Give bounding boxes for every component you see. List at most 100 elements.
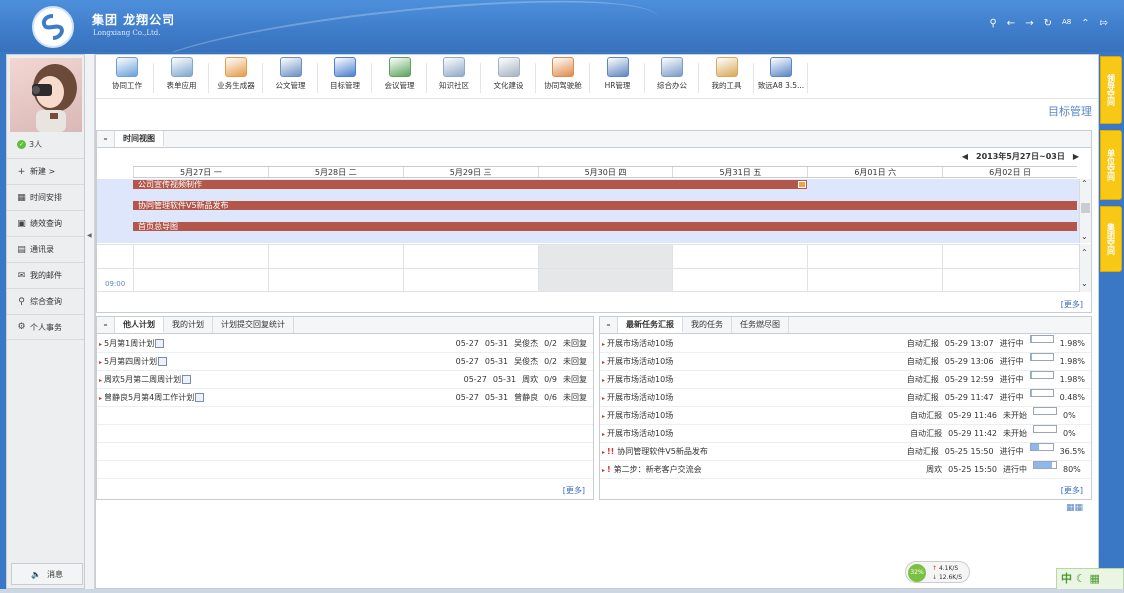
calendar-event-bar[interactable]: 公司宣传视频制作 bbox=[133, 180, 808, 189]
toolbar-button-0[interactable]: 协同工作 bbox=[100, 57, 154, 97]
nav-personal[interactable]: ⚙ 个人事务 bbox=[7, 314, 84, 340]
task-title[interactable]: 开展市场活动10场 bbox=[607, 429, 673, 438]
nav-address-book[interactable]: ▤ 通讯录 bbox=[7, 236, 84, 262]
calendar-event-bar[interactable]: 协同管理软件V5新品发布 bbox=[133, 201, 1077, 210]
collapse-panel-button[interactable]: – bbox=[600, 317, 618, 333]
sidebar-collapse-handle[interactable]: ◀ bbox=[85, 54, 95, 589]
task-state: 进行中 bbox=[999, 375, 1024, 384]
toolbar-button-12[interactable]: 致远A8 3.5... bbox=[754, 57, 808, 97]
toolbar-button-5[interactable]: 会议管理 bbox=[373, 57, 427, 97]
task-title[interactable]: 开展市场活动10场 bbox=[607, 375, 673, 384]
task-title[interactable]: 开展市场活动10场 bbox=[607, 393, 673, 402]
toolbar-button-3[interactable]: 公文管理 bbox=[264, 57, 318, 97]
list-item[interactable]: ▸ 开展市场活动10场 自动汇报 05-29 11:47 进行中 0.48% bbox=[600, 389, 1091, 407]
tab-my-plans[interactable]: 我的计划 bbox=[164, 317, 213, 333]
plan-title[interactable]: 周欢5月第二周周计划 bbox=[104, 375, 181, 384]
list-item[interactable]: ▸ 曾静良5月第4周工作计划 05-27 05-31 曾静良 0/6 未回复 bbox=[97, 389, 593, 407]
end-date: 05-31 bbox=[484, 393, 509, 402]
calendar-event-bar[interactable]: 首页总导图 bbox=[133, 222, 1077, 231]
toolbar-button-7[interactable]: 文化建设 bbox=[482, 57, 536, 97]
search-icon: ⚲ bbox=[18, 296, 25, 307]
layout-toggle-icon[interactable]: ▦▦ bbox=[1066, 503, 1083, 513]
band-scrollbar[interactable]: ⌃ ⌄ bbox=[1079, 179, 1091, 243]
prev-week-icon[interactable]: ◀ bbox=[962, 152, 968, 161]
search-icon[interactable]: ⚲ bbox=[989, 18, 996, 29]
reply-status: 未回复 bbox=[563, 339, 587, 348]
tab-group-space[interactable]: 集团空间 bbox=[1100, 206, 1122, 272]
refresh-icon[interactable]: ↻ bbox=[1044, 18, 1052, 29]
reply-status: 未回复 bbox=[563, 393, 587, 402]
tab-others-plans[interactable]: 他人计划 bbox=[115, 317, 164, 333]
collapse-icon[interactable]: ⌃ bbox=[1081, 18, 1089, 29]
chevron-up-icon[interactable]: ⌃ bbox=[1081, 248, 1088, 257]
more-link[interactable]: [更多] bbox=[1061, 299, 1083, 310]
header-swoosh bbox=[137, 0, 663, 52]
logout-icon[interactable]: ⇰ bbox=[1100, 18, 1108, 29]
online-count[interactable]: ✓ 3人 bbox=[17, 139, 42, 150]
nav-search[interactable]: ⚲ 综合查询 bbox=[7, 288, 84, 314]
list-item[interactable]: ▸ 开展市场活动10场 自动汇报 05-29 12:59 进行中 1.98% bbox=[600, 371, 1091, 389]
more-link[interactable]: [更多] bbox=[563, 485, 585, 496]
list-item[interactable]: ▸!! 协同管理软件V5新品发布 自动汇报 05-25 15:50 进行中 36.5% bbox=[600, 443, 1091, 461]
chevron-down-icon[interactable]: ⌄ bbox=[1081, 279, 1088, 288]
toolbar-button-label: HR管理 bbox=[604, 81, 631, 90]
nav-mail[interactable]: ✉ 我的邮件 bbox=[7, 262, 84, 288]
back-icon[interactable]: ← bbox=[1007, 18, 1015, 29]
toolbar-button-4[interactable]: 目标管理 bbox=[318, 57, 372, 97]
scroll-thumb[interactable] bbox=[1081, 203, 1090, 213]
grid-scrollbar[interactable]: ⌃ ⌄ bbox=[1079, 244, 1091, 292]
task-meta: 自动汇报 05-29 11:42 未开始 0% bbox=[910, 425, 1085, 442]
tab-plan-stats[interactable]: 计划提交回复统计 bbox=[213, 317, 294, 333]
list-item[interactable]: ▸ 开展市场活动10场 自动汇报 05-29 13:06 进行中 1.98% bbox=[600, 353, 1091, 371]
tab-time-view[interactable]: 时间视图 bbox=[115, 131, 164, 147]
nav-performance[interactable]: ▣ 绩效查询 bbox=[7, 210, 84, 236]
tab-unit-space[interactable]: 单位空间 bbox=[1100, 130, 1122, 200]
time-view-header: – 时间视图 bbox=[97, 131, 1091, 148]
input-method-indicator[interactable]: 中 ☾ ▦ bbox=[1056, 568, 1124, 590]
avatar[interactable] bbox=[10, 58, 82, 132]
next-week-icon[interactable]: ▶ bbox=[1073, 152, 1079, 161]
task-title[interactable]: 第二步：新老客户交流会 bbox=[614, 465, 702, 474]
font-size-icon[interactable]: A8 bbox=[1062, 18, 1071, 29]
toolbar-button-2[interactable]: 业务生成器 bbox=[209, 57, 263, 97]
collapse-panel-button[interactable]: – bbox=[97, 317, 115, 333]
toolbar-button-6[interactable]: 知识社区 bbox=[427, 57, 481, 97]
plan-title[interactable]: 5月第1周计划 bbox=[104, 339, 154, 348]
toolbar-button-11[interactable]: 我的工具 bbox=[700, 57, 754, 97]
tab-burndown[interactable]: 任务燃尽图 bbox=[732, 317, 789, 333]
plan-title[interactable]: 曾静良5月第4周工作计划 bbox=[104, 393, 194, 402]
list-item[interactable]: ▸ 5月第四周计划 05-27 05-31 吴俊杰 0/2 未回复 bbox=[97, 353, 593, 371]
message-button[interactable]: 🔈 消息 bbox=[11, 563, 83, 585]
task-title[interactable]: 开展市场活动10场 bbox=[607, 411, 673, 420]
task-title[interactable]: 开展市场活动10场 bbox=[607, 357, 673, 366]
chevron-down-icon[interactable]: ⌄ bbox=[1081, 232, 1088, 241]
toolbar-button-8[interactable]: 协同驾驶舱 bbox=[536, 57, 590, 97]
nav-new[interactable]: + 新建 > bbox=[7, 158, 84, 184]
collapse-panel-button[interactable]: – bbox=[97, 131, 115, 147]
nav-schedule[interactable]: ▦ 时间安排 bbox=[7, 184, 84, 210]
toolbar-button-1[interactable]: 表单应用 bbox=[155, 57, 209, 97]
tab-leader-space[interactable]: 领导空间 bbox=[1100, 56, 1122, 124]
list-item[interactable]: ▸ 周欢5月第二周周计划 05-27 05-31 周欢 0/9 未回复 bbox=[97, 371, 593, 389]
more-link[interactable]: [更多] bbox=[1061, 485, 1083, 496]
progress-bar bbox=[1029, 371, 1054, 379]
list-item[interactable]: ▸ 开展市场活动10场 自动汇报 05-29 11:46 未开始 0% bbox=[600, 407, 1091, 425]
toolbar-button-label: 我的工具 bbox=[711, 81, 742, 90]
task-meta: 自动汇报 05-29 11:46 未开始 0% bbox=[910, 407, 1085, 424]
list-item[interactable]: ▸ 开展市场活动10场 自动汇报 05-29 13:07 进行中 1.98% bbox=[600, 335, 1091, 353]
plan-title[interactable]: 5月第四周计划 bbox=[104, 357, 157, 366]
tab-latest-reports[interactable]: 最新任务汇报 bbox=[618, 317, 683, 333]
tab-my-tasks[interactable]: 我的任务 bbox=[683, 317, 732, 333]
list-item[interactable]: ▸! 第二步：新老客户交流会 周欢 05-25 15:50 进行中 80% bbox=[600, 461, 1091, 479]
app-header: 集团 龙翔公司 Longxiang Co.,Ltd. ⚲ ← → ↻ A8 ⌃ … bbox=[0, 0, 1124, 52]
task-title[interactable]: 开展市场活动10场 bbox=[607, 339, 673, 348]
toolbar-button-10[interactable]: 综合办公 bbox=[645, 57, 699, 97]
list-item[interactable]: ▸ 5月第1周计划 05-27 05-31 吴俊杰 0/2 未回复 bbox=[97, 335, 593, 353]
report-time: 05-25 15:50 bbox=[948, 465, 997, 474]
task-title[interactable]: 协同管理软件V5新品发布 bbox=[617, 447, 708, 456]
chevron-up-icon[interactable]: ⌃ bbox=[1081, 179, 1088, 188]
owner-name: 吴俊杰 bbox=[514, 339, 539, 348]
toolbar-button-9[interactable]: HR管理 bbox=[591, 57, 645, 97]
list-item[interactable]: ▸ 开展市场活动10场 自动汇报 05-29 11:42 未开始 0% bbox=[600, 425, 1091, 443]
forward-icon[interactable]: → bbox=[1025, 18, 1033, 29]
